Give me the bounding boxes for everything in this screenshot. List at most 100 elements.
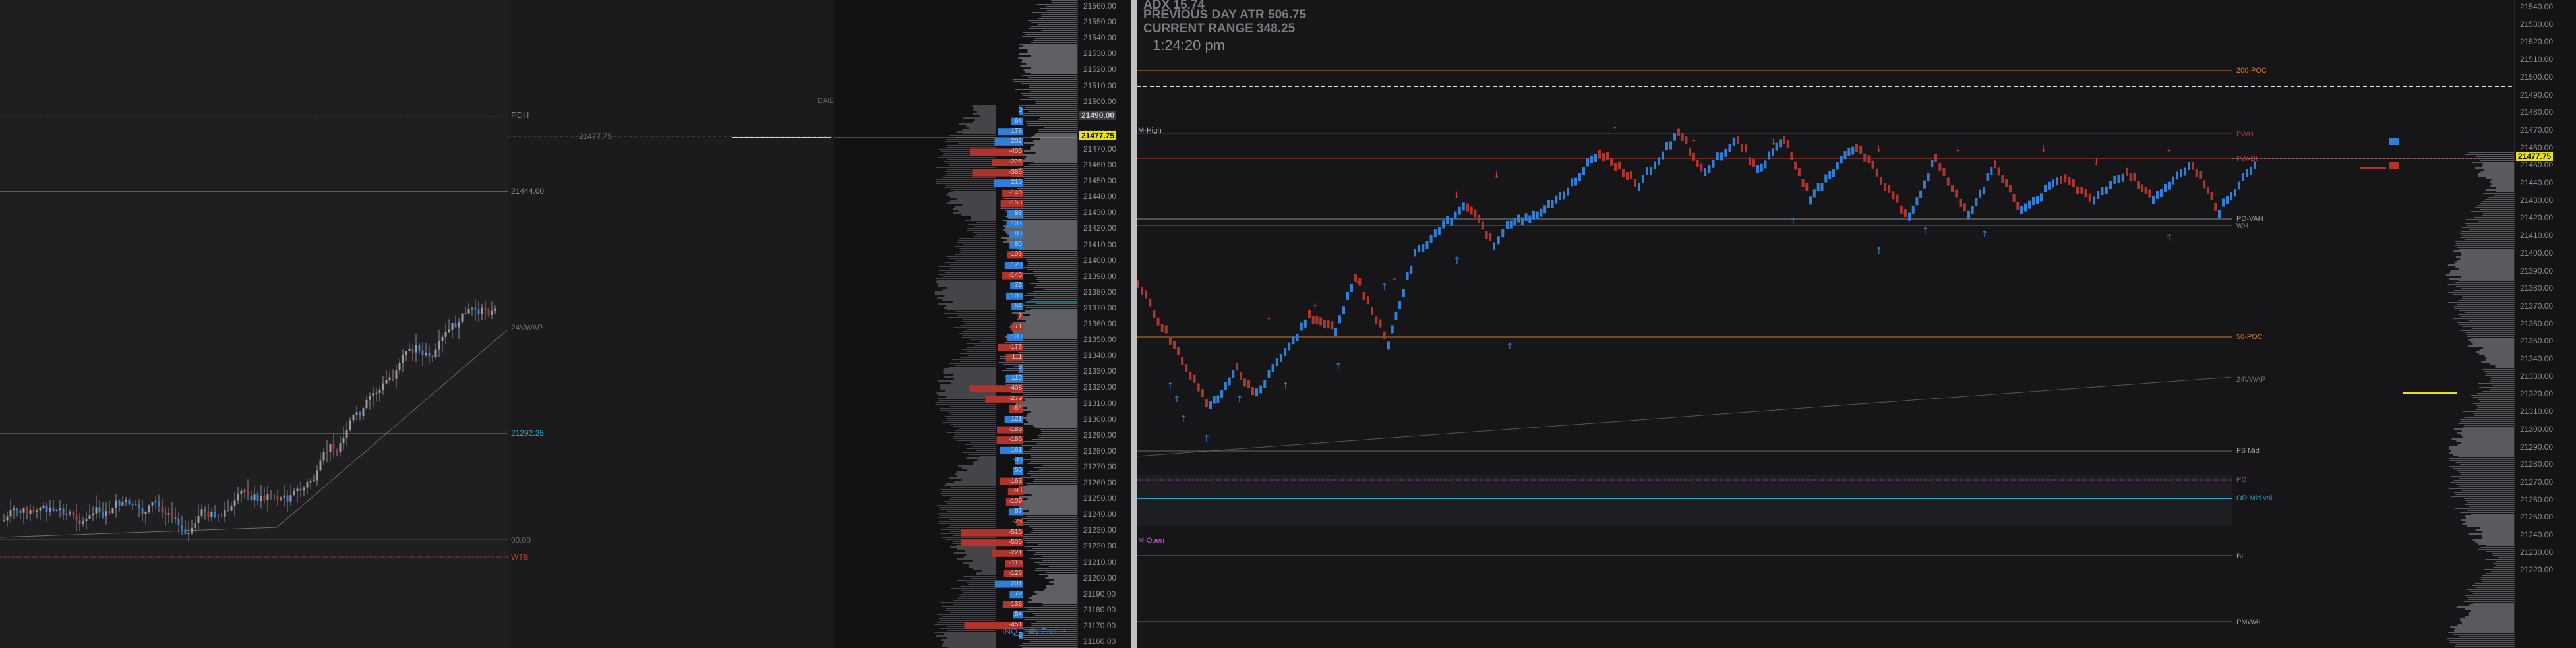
volume-bar-right [2486, 551, 2514, 552]
candle-body [332, 444, 335, 449]
volume-bar-left [946, 527, 996, 528]
left-price-chart[interactable]: PDH 21477.75 21444.00 24VWAP 21292.25 00… [0, 0, 834, 648]
volume-bar [1018, 57, 1077, 59]
renko-brick [1946, 177, 1950, 186]
volume-bar-left [981, 570, 996, 572]
renko-brick [1602, 153, 1605, 162]
volume-bar [1022, 59, 1077, 61]
candle-body [177, 518, 180, 525]
volume-bar-right [2495, 365, 2514, 367]
volume-bar-left [974, 236, 996, 237]
renko-brick [2101, 187, 2104, 196]
delta-value: 0 [1018, 107, 1022, 114]
volume-bar-right [2454, 508, 2514, 509]
volume-bar-right [2450, 270, 2514, 272]
renko-brick [1303, 319, 1307, 328]
delta-value: -140 [1009, 189, 1023, 196]
renko-brick [1840, 156, 1843, 164]
delta-value: -505 [1009, 539, 1023, 546]
range-value: 348.25 [1257, 22, 1296, 36]
volume-bar [1024, 158, 1077, 160]
volume-bar-left [961, 590, 996, 591]
renko-brick [1173, 341, 1176, 349]
volume-bar [1023, 536, 1077, 537]
renko-brick [1642, 175, 1644, 183]
renko-brick [1315, 316, 1319, 324]
renko-brick [2199, 171, 2202, 179]
volume-bar-right [2478, 387, 2514, 388]
volume-bar-right [2471, 610, 2514, 612]
candle-body [392, 377, 394, 379]
volume-bar-right [2471, 514, 2514, 515]
renko-brick [1931, 160, 1934, 167]
volume-bar [1018, 352, 1077, 353]
price-tick: 21160.00 [1083, 637, 1116, 646]
volume-bar-left [952, 301, 996, 303]
price-axis-right[interactable]: 21540.00 21530.00 21520.00 21510.00 21500.00… [2514, 0, 2576, 648]
candle-body [345, 430, 348, 438]
candle-body [158, 501, 160, 507]
renko-brick [2020, 206, 2023, 214]
candle-body [316, 470, 318, 481]
volume-bar-right [2480, 401, 2514, 402]
candle-body [342, 437, 345, 444]
main-chart-canvas[interactable]: ↑↑↑↑↑↑↑↑↑↑↑↑↑ ↑ ↑↓↓↓ ↓↓↓↓↓ ↓↓ ↓ ↓↓↓ [1137, 0, 2514, 648]
candle-body [237, 493, 239, 501]
price-tick: 21280.00 [2520, 459, 2554, 469]
volume-bar-right [2472, 162, 2514, 163]
volume-bar-right [2480, 203, 2514, 204]
volume-bar-right [2484, 569, 2514, 570]
volume-bar-left [949, 406, 996, 407]
volume-bar-left [946, 139, 996, 140]
candle-body [355, 412, 358, 415]
volume-bar [1042, 560, 1077, 561]
candle-body [299, 488, 302, 491]
volume-bar-left [939, 523, 996, 524]
volume-bar [1027, 269, 1077, 270]
volume-bar-right [2482, 165, 2514, 167]
delta-value: -221 [1009, 548, 1023, 556]
candle-body [118, 500, 121, 506]
main-price-chart[interactable]: ↑ ↑ ↑ ↑ ↑ ↑ ↑ ↑ ↑ ↑ ↑ ↑ ↑ ↑ ↑ ↓ ↓ ↓ ↓ ↓ ↓ ↓ ↓ ↓ ↓ ↓ ↓ ↓ ↓ ADX 15.74 … [1137, 0, 2514, 648]
volume-bar [1023, 639, 1077, 640]
panel-splitter[interactable] [1131, 0, 1137, 648]
candle-body [6, 516, 9, 521]
volume-bar-left [936, 167, 996, 168]
volume-profile-canvas[interactable] [834, 0, 1077, 648]
renko-brick [1768, 151, 1771, 160]
renko-brick [2113, 175, 2116, 184]
volume-bar-left [973, 113, 996, 115]
volume-bar [1027, 498, 1077, 500]
volume-bar-right [2467, 510, 2514, 511]
volume-bar-left [938, 521, 996, 522]
renko-brick [1704, 168, 1706, 176]
volume-bar-left [962, 133, 996, 134]
price-tick: 21330.00 [2520, 371, 2554, 381]
volume-bar-right [2482, 163, 2514, 165]
renko-brick [2105, 186, 2108, 194]
renko-brick [1610, 158, 1613, 166]
volume-bar-right [2475, 587, 2514, 588]
volume-bar-left [960, 586, 996, 587]
delta-value: -116 [1009, 559, 1022, 567]
renko-brick [1618, 161, 1621, 169]
volume-profile-panel[interactable]: 0 64 178 202 -405 -225 -386 210 -140 -153 98 105 80 8… [834, 0, 1077, 648]
volume-bar-right [2496, 565, 2514, 566]
volume-bar [1024, 180, 1077, 181]
volume-bar [1025, 310, 1077, 312]
candle-body [441, 336, 444, 341]
volume-bar-right [2496, 561, 2514, 562]
delta-value: 100 [1011, 333, 1022, 341]
renko-brick [1836, 162, 1839, 170]
volume-bar-right [2453, 468, 2514, 469]
candle-body [233, 500, 236, 506]
left-chart-canvas[interactable] [0, 0, 834, 648]
volume-bar [1015, 374, 1077, 375]
price-axis-left[interactable]: 21560.00 21550.00 21540.00 21530.00 21520.00… [1077, 0, 1132, 648]
candle-body [45, 505, 48, 512]
renko-brick [1164, 325, 1168, 334]
renko-brick [2064, 174, 2067, 183]
delta-value: 121 [1011, 415, 1022, 423]
volume-bar-left [937, 614, 996, 615]
candle-body [108, 511, 111, 514]
